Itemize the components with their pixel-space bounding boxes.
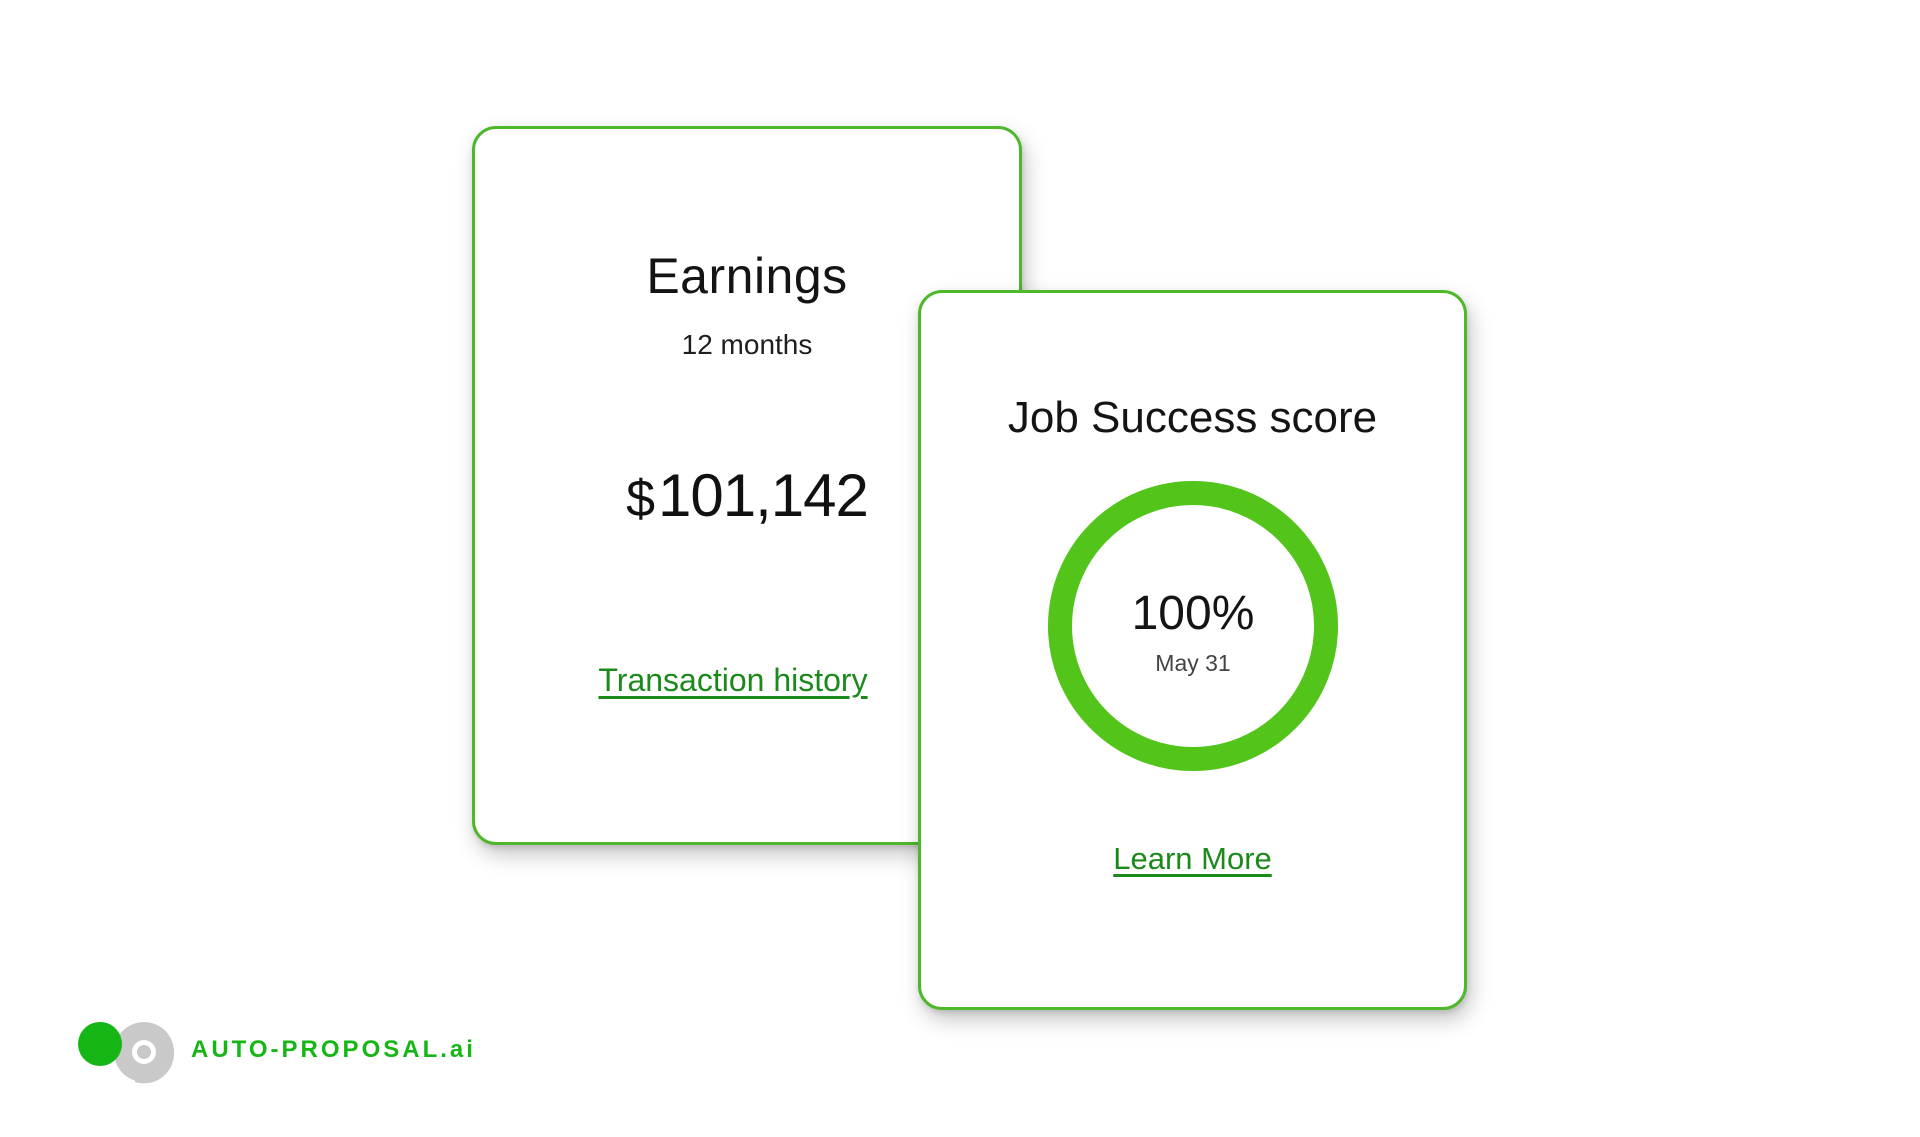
earnings-value: 101,142 <box>658 462 869 529</box>
page-canvas: Earnings 12 months $101,142 Transaction … <box>0 0 1920 1137</box>
brand-name: AUTO-PROPOSAL.ai <box>191 1036 476 1063</box>
score-ring: 100% May 31 <box>1045 478 1341 774</box>
transaction-history-link[interactable]: Transaction history <box>583 662 883 699</box>
score-value: 100% <box>1131 587 1255 640</box>
job-success-title: Job Success score <box>1007 393 1378 442</box>
learn-more-link[interactable]: Learn More <box>921 841 1464 877</box>
job-success-card: Job Success score 100% May 31 Learn More <box>918 290 1467 1010</box>
auto-proposal-logo-icon <box>78 1016 188 1084</box>
score-date: May 31 <box>1155 650 1231 676</box>
currency-symbol: $ <box>626 470 655 528</box>
